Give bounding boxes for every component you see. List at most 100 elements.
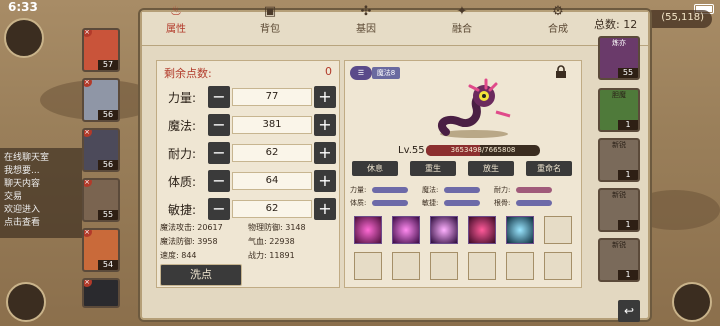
plus-button[interactable]: + <box>314 86 336 108</box>
pet-slot[interactable]: 新锐 1 <box>598 238 640 282</box>
plus-button[interactable]: + <box>314 198 336 220</box>
clock: 6:33 <box>8 0 38 14</box>
derived-stat: 速度: 844 <box>160 251 197 260</box>
minus-button[interactable]: − <box>208 142 230 164</box>
growth-label: 根骨: <box>494 199 511 207</box>
pet-sprite <box>438 78 511 138</box>
pet-slot[interactable]: 炼亦 55 <box>598 36 640 80</box>
attr-row-agility: 敏捷: − 62 + <box>158 197 338 221</box>
craft-icon: ⚙ <box>552 4 564 19</box>
attr-name: 魔法: <box>168 119 197 133</box>
attr-value: 77 <box>232 88 312 106</box>
minus-button[interactable]: − <box>208 170 230 192</box>
empty-skill-slot[interactable] <box>430 252 458 280</box>
chat-line: 点击查看 <box>4 218 41 228</box>
attr-value: 381 <box>232 116 312 134</box>
lock-icon[interactable] <box>554 65 568 79</box>
hero-slot[interactable]: × <box>82 278 120 308</box>
attr-name: 体质: <box>168 175 197 189</box>
chat-line: 在线聊天室 <box>4 153 50 163</box>
plus-button[interactable]: + <box>314 114 336 136</box>
empty-skill-slot[interactable] <box>544 252 572 280</box>
backpack-icon: ▣ <box>263 4 277 19</box>
chat-line: 聊天内容 <box>4 179 41 189</box>
tab-gene[interactable]: ✣ 基因 <box>336 4 396 35</box>
tab-backpack[interactable]: ▣ 背包 <box>240 4 300 35</box>
pet-slot[interactable]: 新锐 1 <box>598 188 640 232</box>
skill-slot[interactable] <box>506 216 534 244</box>
chat-line: 欢迎进入 <box>4 205 41 215</box>
skill-slot[interactable] <box>354 216 382 244</box>
hero-slot[interactable]: × 57 <box>82 28 120 72</box>
attr-name: 敏捷: <box>168 203 197 217</box>
growth-bar <box>444 200 480 206</box>
plus-button[interactable]: + <box>314 170 336 192</box>
menu-button[interactable] <box>6 282 46 322</box>
skill-slot[interactable] <box>430 216 458 244</box>
chat-line: 交易 <box>4 192 23 202</box>
plus-button[interactable]: + <box>314 142 336 164</box>
tab-craft[interactable]: ⚙ 合成 <box>528 4 588 35</box>
minus-button[interactable]: − <box>208 86 230 108</box>
derived-stat: 物理防御: 3148 <box>248 223 306 232</box>
close-icon[interactable]: × <box>84 130 92 137</box>
hero-slot[interactable]: × 56 <box>82 78 120 122</box>
close-icon[interactable]: × <box>84 230 92 237</box>
pet-slot[interactable]: 胆魔 1 <box>598 88 640 132</box>
close-panel-button[interactable]: ↩ <box>618 300 640 322</box>
close-icon[interactable]: × <box>84 280 92 287</box>
growth-bar <box>516 187 552 193</box>
hero-slot[interactable]: × 56 <box>82 128 120 172</box>
attr-name: 耐力: <box>168 147 197 161</box>
attr-value: 64 <box>232 172 312 190</box>
skill-slot[interactable] <box>392 216 420 244</box>
hero-slot[interactable]: × 55 <box>82 178 120 222</box>
derived-stat: 魔法防御: 3958 <box>160 237 218 246</box>
release-button[interactable]: 放生 <box>468 161 514 176</box>
points-label: 剩余点数: <box>164 67 212 80</box>
map-button[interactable] <box>672 282 712 322</box>
growth-bar <box>372 187 408 193</box>
currency-display: (55,118) <box>644 10 712 28</box>
remaining-points: 剩余点数: 0 <box>158 62 338 80</box>
skill-slot[interactable] <box>468 216 496 244</box>
minus-button[interactable]: − <box>208 198 230 220</box>
attr-value: 62 <box>232 144 312 162</box>
empty-skill-slot[interactable] <box>544 216 572 244</box>
chat-line: 我想要... <box>4 166 40 176</box>
pet-slot[interactable]: 新锐 1 <box>598 138 640 182</box>
derived-stat: 气血: 22938 <box>248 237 295 246</box>
tab-attributes[interactable]: ♨ 属性 <box>146 4 206 35</box>
rebirth-button[interactable]: 重生 <box>410 161 456 176</box>
points-value: 0 <box>325 65 332 78</box>
pet-level: Lv.55 <box>398 145 425 156</box>
growth-label: 体质: <box>350 199 367 207</box>
minus-button[interactable]: − <box>208 114 230 136</box>
chat-panel[interactable]: 在线聊天室 我想要... 聊天内容 交易 欢迎进入 点击查看 <box>0 148 82 238</box>
hero-slot[interactable]: × 54 <box>82 228 120 272</box>
empty-skill-slot[interactable] <box>392 252 420 280</box>
rename-button[interactable]: 重命名 <box>526 161 572 176</box>
empty-skill-slot[interactable] <box>506 252 534 280</box>
empty-skill-slot[interactable] <box>354 252 382 280</box>
growth-label: 魔法: <box>422 186 439 194</box>
growth-bar <box>516 200 552 206</box>
attr-row-constitution: 体质: − 64 + <box>158 169 338 193</box>
flame-icon: ♨ <box>170 4 182 19</box>
close-icon[interactable]: × <box>84 80 92 87</box>
fusion-icon: ✦ <box>456 4 468 19</box>
list-icon[interactable]: ☰ <box>350 66 372 80</box>
skin-tag[interactable]: 魔法8 <box>372 67 400 79</box>
derived-stat: 战力: 11891 <box>248 251 295 260</box>
rest-button[interactable]: 休息 <box>352 161 398 176</box>
reset-points-button[interactable]: 洗点 <box>160 264 242 286</box>
close-icon[interactable]: × <box>84 30 92 37</box>
avatar-button[interactable] <box>4 18 44 58</box>
hero-level: 56 <box>98 160 118 170</box>
attr-row-endurance: 耐力: − 62 + <box>158 141 338 165</box>
tab-fusion[interactable]: ✦ 融合 <box>432 4 492 35</box>
growth-label: 耐力: <box>494 186 511 194</box>
exp-text: 3653498/7665808 <box>450 146 516 154</box>
empty-skill-slot[interactable] <box>468 252 496 280</box>
close-icon[interactable]: × <box>84 180 92 187</box>
